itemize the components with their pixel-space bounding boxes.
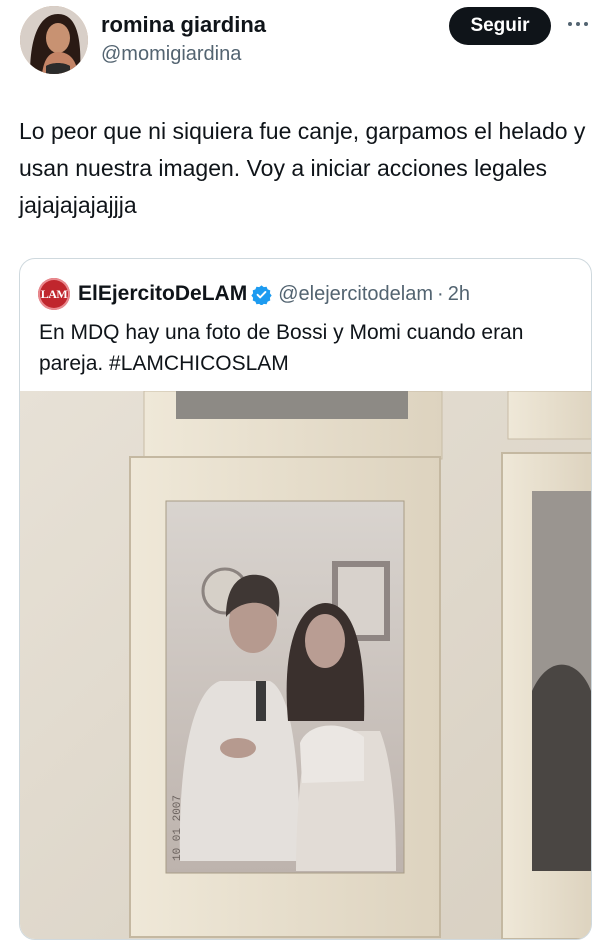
author-info[interactable]: romina giardina @momigiardina xyxy=(101,10,266,68)
more-horizontal-icon[interactable] xyxy=(566,14,590,34)
author-display-name[interactable]: romina giardina xyxy=(101,10,266,40)
quoted-tweet-card[interactable]: LAM ElEjercitoDeLAM @elejercitodelam · 2… xyxy=(19,258,592,940)
tweet-header: romina giardina @momigiardina Seguir xyxy=(0,0,610,90)
author-avatar[interactable] xyxy=(20,6,88,74)
follow-button[interactable]: Seguir xyxy=(449,7,551,45)
separator-dot: · xyxy=(437,282,444,305)
profile-photo xyxy=(20,6,88,74)
tweet-text: Lo peor que ni siquiera fue canje, garpa… xyxy=(19,118,586,218)
quoted-author-avatar[interactable]: LAM xyxy=(38,278,70,310)
quoted-tweet-header: LAM ElEjercitoDeLAM @elejercitodelam · 2… xyxy=(38,277,470,311)
quoted-tweet-time[interactable]: 2h xyxy=(448,283,470,306)
author-handle[interactable]: @momigiardina xyxy=(101,40,266,68)
verified-badge-icon xyxy=(251,284,272,305)
quoted-author-name[interactable]: ElEjercitoDeLAM xyxy=(78,282,247,306)
photo-date-stamp: 10 01 2007 xyxy=(172,795,184,861)
quoted-tweet-text: En MDQ hay una foto de Bossi y Momi cuan… xyxy=(39,321,524,375)
quoted-author-handle[interactable]: @elejercitodelam xyxy=(278,283,433,306)
quoted-tweet-photo[interactable]: 10 01 2007 xyxy=(20,391,591,939)
